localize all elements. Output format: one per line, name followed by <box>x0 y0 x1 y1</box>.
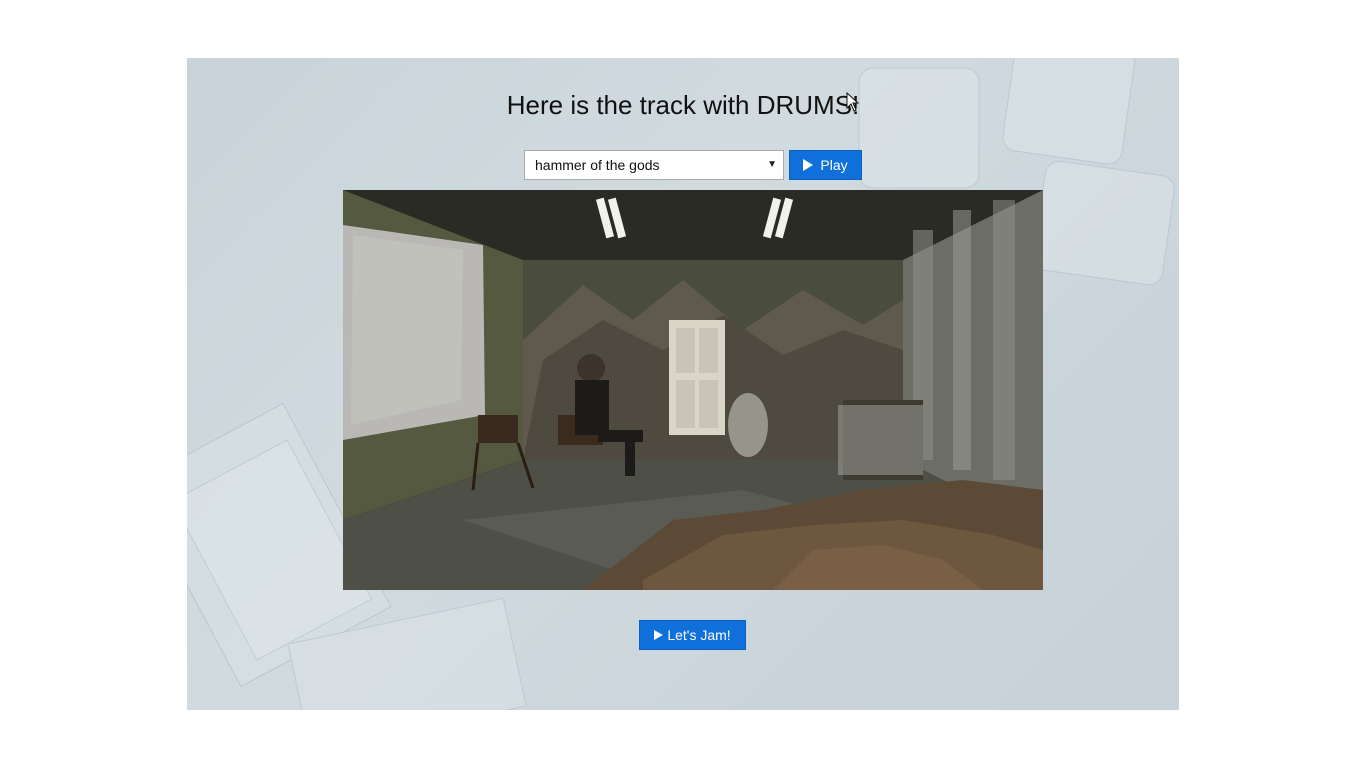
page-title: Here is the track with DRUMS! <box>506 90 860 120</box>
video-frame[interactable] <box>343 190 1043 590</box>
track-select-dropdown[interactable]: hammer of the gods ▼ <box>524 150 784 180</box>
play-triangle-icon <box>803 159 814 172</box>
track-select-value: hammer of the gods <box>535 157 660 173</box>
mouse-pointer-icon <box>846 92 860 112</box>
play-triangle-icon <box>654 630 664 641</box>
play-button-label: Play <box>820 157 848 173</box>
lets-jam-button-label: Let's Jam! <box>667 627 731 643</box>
video-still-image <box>343 190 1043 590</box>
play-button[interactable]: Play <box>789 150 862 180</box>
main-panel: Here is the track with DRUMS! hammer of … <box>187 58 1179 710</box>
lets-jam-button[interactable]: Let's Jam! <box>639 620 746 650</box>
chevron-down-icon: ▼ <box>767 159 777 170</box>
